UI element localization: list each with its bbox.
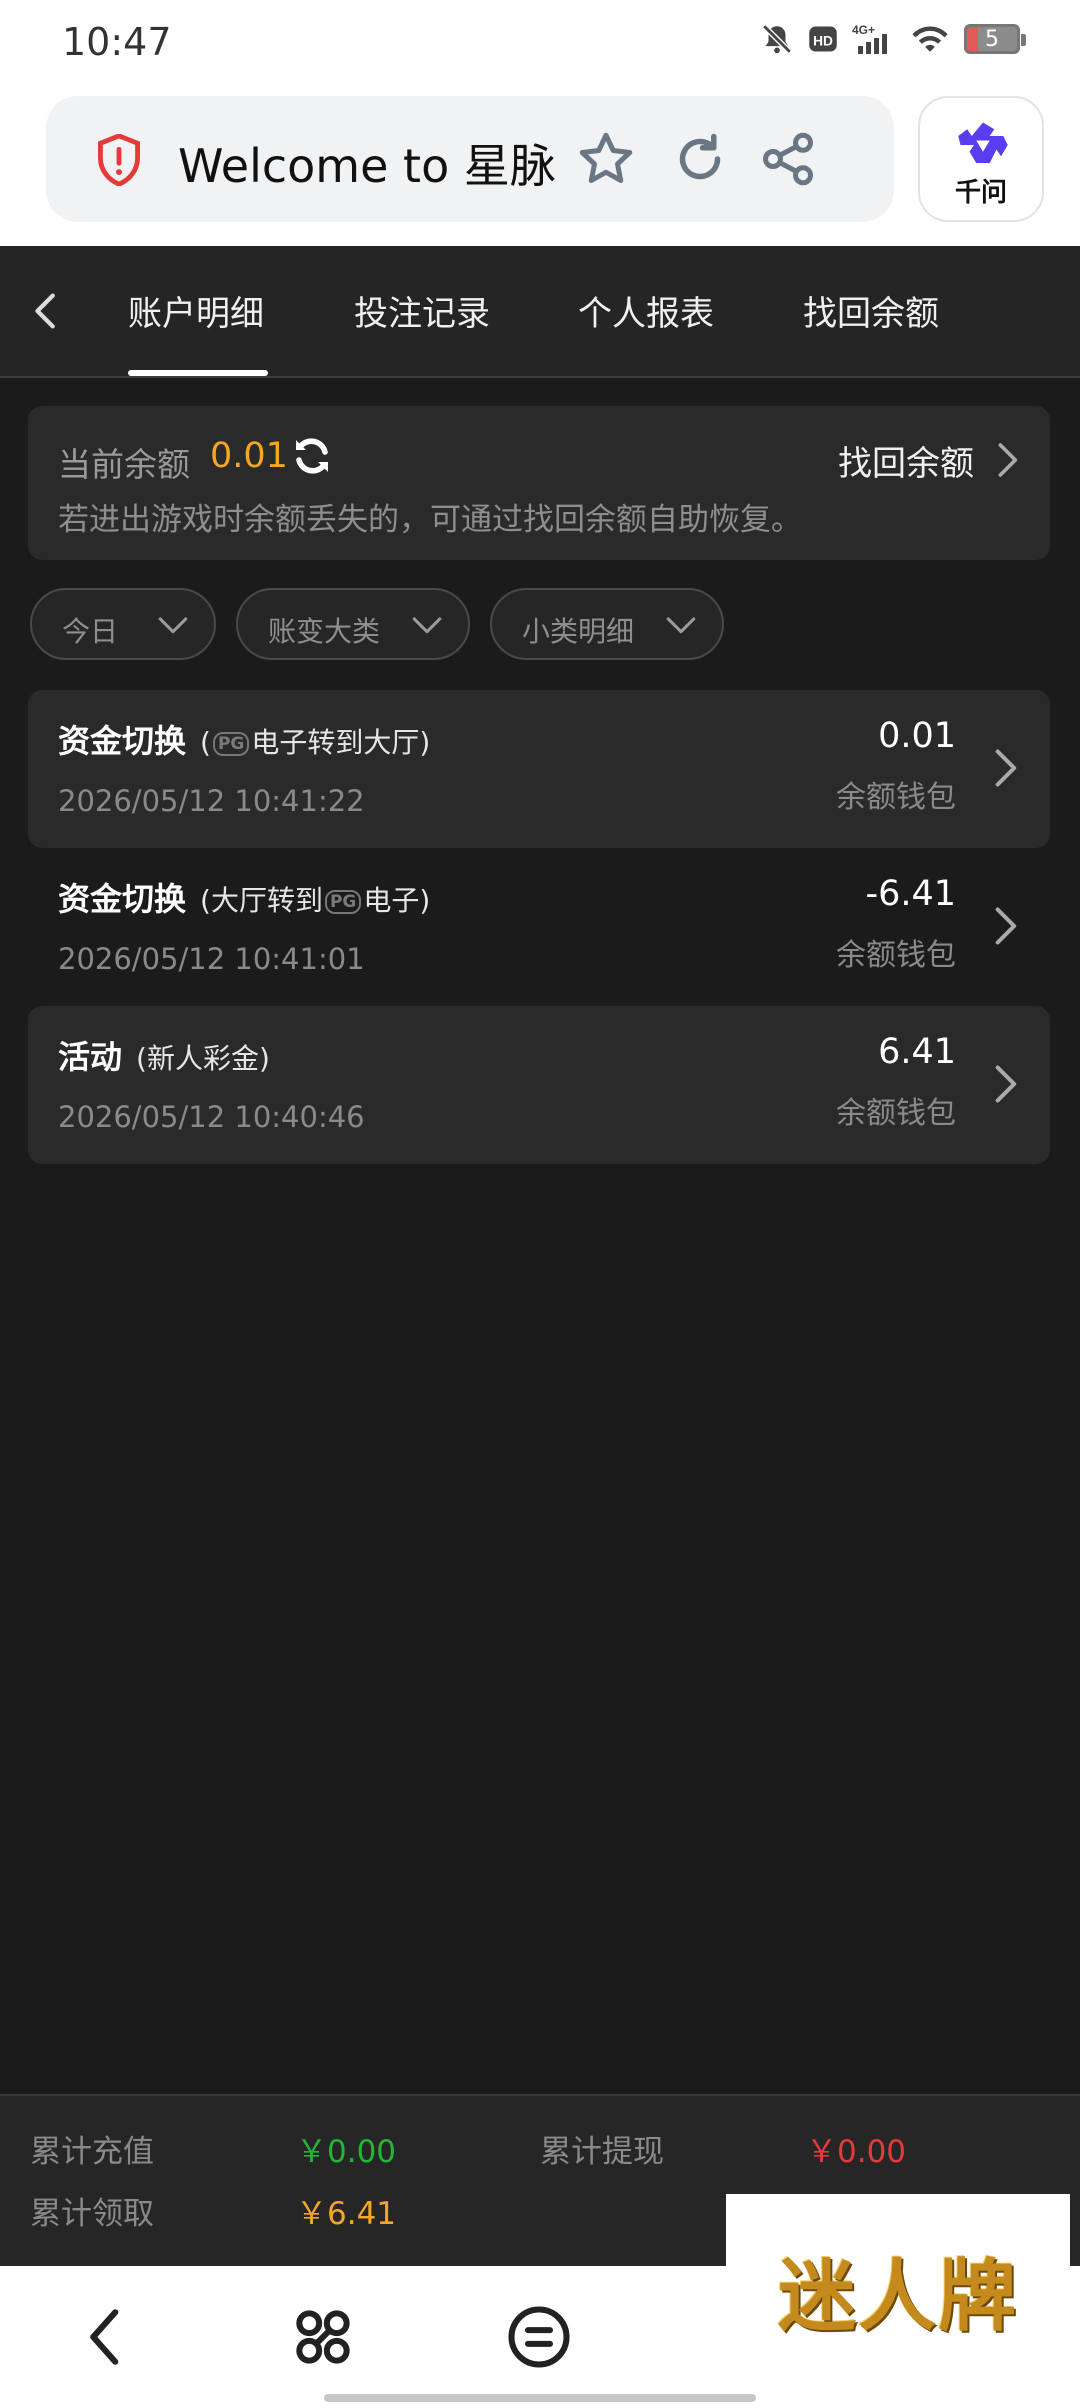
apps-clover-icon[interactable] (290, 2304, 356, 2370)
record-wallet: 余额钱包 (836, 938, 956, 973)
home-indicator[interactable] (324, 2394, 756, 2402)
qianwen-logo-icon (958, 122, 1008, 163)
active-tab-indicator (128, 370, 268, 376)
chevron-down-icon (666, 617, 696, 634)
record-amount: -6.41 (865, 874, 956, 914)
pg-logo-icon: PG (324, 890, 362, 914)
bell-muted-icon (760, 22, 794, 56)
back-chevron-icon[interactable] (24, 288, 70, 334)
chevron-down-icon (158, 617, 188, 634)
tab-account-details[interactable]: 账户明细 (128, 286, 264, 335)
withdraw-total-value: ￥0.00 (806, 2134, 907, 2170)
record-amount: 6.41 (878, 1032, 956, 1072)
recover-balance-link[interactable]: 找回余额 (838, 436, 974, 485)
chevron-down-icon (412, 617, 442, 634)
claim-total-value: ￥6.41 (296, 2196, 397, 2232)
security-shield-icon[interactable] (96, 134, 142, 186)
record-row[interactable]: 活动 (新人彩金) 2026/05/12 10:40:46 6.41 余额钱包 (28, 1006, 1050, 1164)
tab-bar: 账户明细 投注记录 个人报表 找回余额 (0, 246, 1080, 378)
brand-logo-text: 迷人牌 (777, 2251, 1018, 2342)
record-wallet: 余额钱包 (836, 1096, 956, 1131)
claim-total-label: 累计领取 (30, 2196, 154, 2232)
deposit-total-value: ￥0.00 (296, 2134, 397, 2170)
chevron-right-icon[interactable] (992, 440, 1022, 480)
chevron-right-icon[interactable] (990, 746, 1020, 790)
withdraw-total-label: 累计提现 (540, 2134, 664, 2170)
back-icon[interactable] (74, 2304, 140, 2370)
share-icon[interactable] (758, 129, 818, 189)
qianwen-assistant-button[interactable]: 千问 (918, 96, 1044, 222)
record-time: 2026/05/12 10:40:46 (58, 1100, 365, 1134)
status-icons: HD 4G+ 5 (760, 22, 1026, 56)
balance-value: 0.01 (210, 436, 288, 476)
record-time: 2026/05/12 10:41:22 (58, 784, 365, 818)
balance-card: 当前余额 0.01 找回余额 若进出游戏时余额丢失的，可通过找回余额自助恢复。 (28, 406, 1050, 560)
record-time: 2026/05/12 10:41:01 (58, 942, 365, 976)
filter-date[interactable]: 今日 (30, 588, 216, 660)
filter-category[interactable]: 账变大类 (236, 588, 470, 660)
menu-icon[interactable] (506, 2304, 572, 2370)
battery-icon: 5 (964, 24, 1026, 54)
tab-personal-report[interactable]: 个人报表 (578, 286, 714, 335)
star-icon[interactable] (576, 129, 636, 189)
record-title: 活动 (58, 1038, 123, 1076)
record-amount: 0.01 (878, 716, 956, 756)
status-time: 10:47 (62, 20, 172, 64)
reload-icon[interactable] (670, 129, 730, 189)
record-row[interactable]: 资金切换(PG 电子转到大厅) 2026/05/12 10:41:22 0.01 … (28, 690, 1050, 848)
chevron-right-icon[interactable] (990, 1062, 1020, 1106)
svg-text:4G+: 4G+ (852, 23, 875, 37)
cellular-signal-icon: 4G+ (852, 22, 896, 56)
record-title: 资金切换 (58, 722, 187, 760)
record-wallet: 余额钱包 (836, 780, 956, 815)
pg-logo-icon: PG (212, 732, 250, 756)
deposit-total-label: 累计充值 (30, 2134, 154, 2170)
record-title: 资金切换 (58, 880, 187, 918)
hd-icon: HD (808, 24, 838, 54)
chevron-right-icon[interactable] (990, 904, 1020, 948)
tab-recover-balance[interactable]: 找回余额 (803, 286, 939, 335)
wifi-icon (910, 23, 950, 55)
svg-text:HD: HD (813, 33, 833, 48)
refresh-icon[interactable] (288, 432, 336, 480)
record-row[interactable]: 资金切换 (大厅转到 PG 电子) 2026/05/12 10:41:01 -6.41… (28, 848, 1050, 1006)
address-bar[interactable]: Welcome to 星脉 (46, 96, 894, 222)
page-title[interactable]: Welcome to 星脉 (178, 130, 556, 196)
balance-note: 若进出游戏时余额丢失的，可通过找回余额自助恢复。 (58, 502, 802, 538)
browser-chrome: 10:47 HD 4G+ 5 Welcome to 星脉 千问 (0, 0, 1080, 246)
filter-subcategory[interactable]: 小类明细 (490, 588, 724, 660)
brand-watermark: 迷人牌 (726, 2194, 1070, 2386)
tab-bet-records[interactable]: 投注记录 (354, 286, 490, 335)
balance-label: 当前余额 (58, 445, 190, 484)
